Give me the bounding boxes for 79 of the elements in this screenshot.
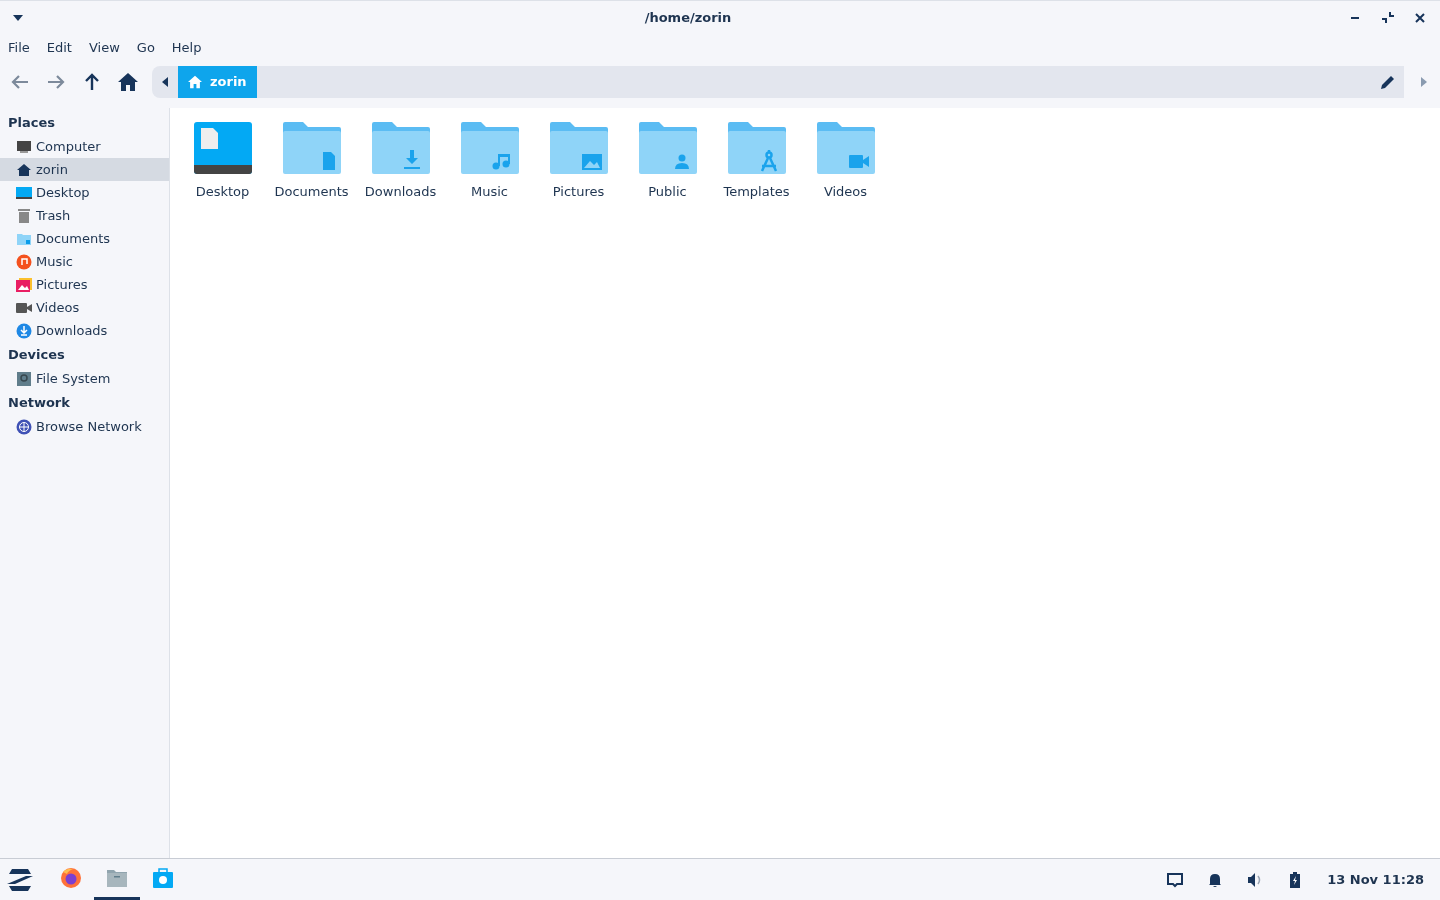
monitor-icon [16, 138, 32, 155]
sidebar-item[interactable]: Downloads [0, 319, 169, 342]
folder-icon [549, 122, 608, 174]
pencil-icon [1380, 74, 1396, 90]
folder-icon [727, 122, 786, 174]
picture-icon [16, 276, 32, 293]
folder-label: Templates [723, 183, 790, 201]
sidebar-item-label: Pictures [36, 275, 88, 294]
sidebar-item-label: Downloads [36, 321, 108, 340]
restore-button[interactable] [1380, 9, 1396, 26]
caret-right-icon [1420, 76, 1428, 88]
sidebar-item[interactable]: Desktop [0, 181, 169, 204]
folder-label: Desktop [195, 183, 250, 201]
folder-icon [460, 122, 519, 174]
folder-item[interactable]: Videos [801, 122, 890, 202]
folder-icon [638, 122, 697, 174]
desktop-folder-icon [193, 122, 252, 174]
folder-label: Downloads [364, 183, 437, 201]
folder-label: Documents [274, 183, 349, 201]
folder-item[interactable]: Templates [712, 122, 801, 202]
folder-label: Public [648, 183, 687, 201]
sidebar-heading: Places [7, 113, 57, 132]
sidebar-heading: Devices [7, 345, 66, 364]
sidebar-item-label: Music [36, 252, 73, 271]
download-icon [16, 322, 32, 339]
folder-icon [282, 122, 341, 174]
trash-icon [16, 207, 32, 224]
sidebar-item[interactable]: Pictures [0, 273, 169, 296]
home-button[interactable] [116, 70, 140, 94]
sidebar-heading: Network [7, 393, 71, 412]
sidebar-item[interactable]: Videos [0, 296, 169, 319]
folder-item[interactable]: Music [445, 122, 534, 202]
sidebar-item[interactable]: Browse Network [0, 415, 169, 438]
menu-item[interactable]: View [88, 38, 120, 58]
folder-item[interactable]: Downloads [356, 122, 445, 202]
desktop-icon [16, 184, 32, 201]
sidebar-item[interactable]: Computer [0, 135, 169, 158]
drive-icon [16, 370, 32, 387]
folder-label: Pictures [552, 183, 605, 201]
sidebar-item-label: File System [36, 369, 111, 388]
bell-icon[interactable] [1207, 871, 1224, 888]
folder-item[interactable]: Pictures [534, 122, 623, 202]
sidebar-item-label: zorin [36, 160, 68, 179]
sidebar-item-label: Trash [36, 206, 71, 225]
folder-icon [371, 122, 430, 174]
menu-item[interactable]: Help [171, 38, 202, 58]
caret-icon [12, 13, 24, 22]
sidebar-item-label: Browse Network [36, 417, 142, 436]
fox-globe-icon [59, 866, 83, 890]
caret-left-icon [161, 76, 169, 88]
folder-label: Music [471, 183, 508, 201]
clock[interactable]: 13 Nov 11:28 [1327, 869, 1424, 890]
sidebar-item-label: Computer [36, 137, 101, 156]
sidebar-item[interactable]: Documents [0, 227, 169, 250]
home-icon [118, 72, 138, 92]
home-icon [16, 161, 32, 178]
menu-item[interactable]: Edit [46, 38, 72, 58]
sidebar-item-label: Desktop [36, 183, 90, 202]
zorin-logo-icon [6, 868, 34, 891]
sidebar-item[interactable]: Music [0, 250, 169, 273]
globe-icon [16, 418, 32, 435]
close-icon [1414, 11, 1426, 24]
sidebar-item[interactable]: Trash [0, 204, 169, 227]
restore-icon [1382, 11, 1394, 24]
folder-item[interactable]: Public [623, 122, 712, 202]
home-icon [188, 75, 202, 89]
folder-icon [816, 122, 875, 174]
window-title: /home/zorin [643, 8, 733, 27]
shopping-bag-icon [151, 866, 175, 890]
sidebar-item-label: Documents [36, 229, 111, 248]
menu-item[interactable]: Go [136, 38, 155, 58]
sidebar-item-label: Videos [36, 298, 80, 317]
folder-item[interactable]: Documents [267, 122, 356, 202]
folder-item[interactable]: Desktop [178, 122, 267, 202]
folder-label: Videos [823, 183, 868, 201]
sidebar-item[interactable]: zorin [0, 158, 169, 181]
sidebar-item[interactable]: File System [0, 367, 169, 390]
menu-item[interactable]: File [8, 38, 30, 58]
screen-icon[interactable] [1167, 871, 1184, 888]
